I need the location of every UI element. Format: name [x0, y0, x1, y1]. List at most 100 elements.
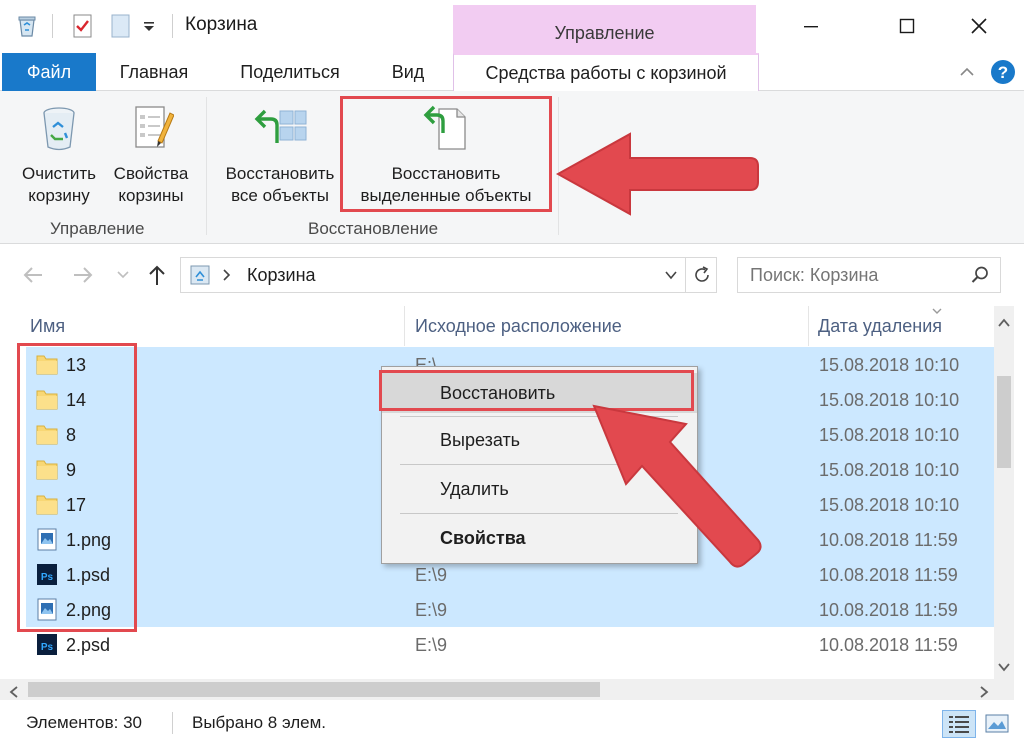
- file-date-deleted: 10.08.2018 11:59: [819, 635, 958, 655]
- file-date-deleted: 15.08.2018 10:10: [819, 390, 960, 410]
- recycle-bin-properties-label-1: Свойства: [113, 164, 189, 183]
- properties-quick-icon[interactable]: [72, 12, 94, 40]
- tab-share[interactable]: Поделиться: [224, 53, 356, 91]
- annotation-arrow-menu-icon: [592, 404, 762, 568]
- scroll-up-arrow-icon[interactable]: [998, 314, 1010, 334]
- context-menu-cut-label: Вырезать: [440, 430, 521, 450]
- help-icon[interactable]: ?: [990, 59, 1016, 85]
- restore-all-items-button[interactable]: Восстановить все объекты: [214, 103, 346, 207]
- svg-text:Ps: Ps: [41, 572, 54, 583]
- vertical-scroll-thumb[interactable]: [997, 376, 1011, 468]
- large-icons-view-icon[interactable]: [984, 712, 1010, 736]
- file-original-location: E:\9: [415, 565, 448, 585]
- restore-all-label-2: все объекты: [231, 186, 329, 205]
- restore-all-label-1: Восстановить: [225, 164, 335, 183]
- file-name: 2.png: [66, 600, 112, 620]
- forward-arrow-icon[interactable]: [70, 262, 96, 293]
- restore-selected-label-1: Восстановить: [391, 164, 501, 183]
- status-bar: Элементов: 30 Выбрано 8 элем.: [0, 700, 1024, 745]
- svg-text:?: ?: [998, 63, 1008, 82]
- context-group-header: Управление: [453, 5, 756, 53]
- context-group-label: Управление: [554, 23, 655, 43]
- restore-selected-items-button[interactable]: Восстановить выделенные объекты: [346, 103, 546, 207]
- annotation-arrow-ribbon-icon: [555, 132, 759, 216]
- up-arrow-icon[interactable]: [144, 262, 170, 293]
- group-label-restore: Восстановление: [308, 219, 439, 238]
- context-menu-delete-label: Удалить: [440, 479, 509, 499]
- ribbon-panel: Очистить корзину Свойства корзины Управл…: [0, 91, 1024, 244]
- restore-selected-icon: [423, 105, 466, 150]
- status-separator: [172, 712, 173, 734]
- qa-separator: [172, 14, 173, 38]
- file-name: 14: [66, 390, 87, 410]
- file-date-deleted: 10.08.2018 11:59: [819, 600, 958, 620]
- address-separator: [685, 258, 686, 292]
- file-name: 2.psd: [66, 635, 111, 655]
- file-date-deleted: 15.08.2018 10:10: [819, 460, 960, 480]
- file-name: 1.png: [66, 530, 112, 550]
- collapse-ribbon-chevron-icon[interactable]: [956, 61, 978, 83]
- file-original-location: E:\9: [415, 600, 448, 620]
- file-name: 13: [66, 355, 87, 375]
- recycle-bin-properties-button[interactable]: Свойства корзины: [106, 103, 196, 207]
- column-separator[interactable]: [404, 306, 405, 346]
- search-icon[interactable]: [970, 265, 990, 290]
- file-date-deleted: 10.08.2018 11:59: [819, 530, 958, 550]
- restore-selected-label-2: выделенные объекты: [360, 186, 532, 205]
- recycle-bin-address-icon: [189, 264, 211, 291]
- folder-icon: [36, 352, 58, 377]
- tab-file[interactable]: Файл: [2, 53, 96, 91]
- tab-recycle-bin-tools[interactable]: Средства работы с корзиной: [453, 53, 759, 91]
- empty-recycle-bin-icon: [43, 107, 75, 151]
- folder-icon: [36, 387, 58, 412]
- properties-pencil-icon: [135, 106, 174, 148]
- file-row[interactable]: 2.png E:\9 10.08.2018 11:59: [26, 592, 994, 627]
- file-name: 8: [66, 425, 77, 445]
- breadcrumb-recycle-bin[interactable]: Корзина: [247, 265, 316, 286]
- column-header-date-deleted[interactable]: Дата удаления: [818, 306, 942, 346]
- back-arrow-icon[interactable]: [20, 262, 46, 293]
- empty-recycle-bin-label-2: корзину: [28, 186, 90, 205]
- minimize-button[interactable]: [788, 10, 834, 42]
- horizontal-scrollbar[interactable]: [0, 679, 1014, 700]
- file-original-location: E:\9: [415, 635, 448, 655]
- image-file-icon: [36, 597, 58, 622]
- tab-home[interactable]: Главная: [104, 53, 204, 91]
- file-name: 1.psd: [66, 565, 111, 585]
- search-input[interactable]: [750, 264, 960, 286]
- column-separator[interactable]: [808, 306, 809, 346]
- address-history-chevron-icon[interactable]: [663, 267, 679, 288]
- folder-icon: [36, 422, 58, 447]
- breadcrumb-chevron-icon[interactable]: [221, 265, 233, 290]
- folder-icon: [36, 492, 58, 517]
- folder-icon: [36, 457, 58, 482]
- recycle-bin-small-icon[interactable]: [14, 12, 40, 40]
- search-box[interactable]: [737, 257, 1001, 293]
- new-document-quick-icon[interactable]: [110, 12, 132, 40]
- file-date-deleted: 10.08.2018 11:59: [819, 565, 958, 585]
- file-date-deleted: 15.08.2018 10:10: [819, 355, 960, 375]
- maximize-button[interactable]: [884, 10, 930, 42]
- vertical-scrollbar[interactable]: [994, 306, 1014, 679]
- file-date-deleted: 15.08.2018 10:10: [819, 495, 960, 515]
- details-view-icon[interactable]: [942, 710, 976, 738]
- context-menu-restore-label: Восстановить: [440, 383, 556, 403]
- file-date-deleted: 15.08.2018 10:10: [819, 425, 960, 445]
- tab-view[interactable]: Вид: [376, 53, 440, 91]
- horizontal-scroll-thumb[interactable]: [28, 682, 600, 697]
- address-bar[interactable]: Корзина: [180, 257, 717, 293]
- column-header-original-location[interactable]: Исходное расположение: [415, 306, 622, 346]
- column-header-name[interactable]: Имя: [30, 306, 65, 346]
- recent-locations-chevron-icon[interactable]: [116, 266, 130, 286]
- sort-descending-chevron-icon: [930, 302, 944, 322]
- file-row[interactable]: Ps 2.psd E:\9 10.08.2018 11:59: [26, 627, 994, 662]
- close-button[interactable]: [956, 10, 1002, 42]
- photoshop-file-icon: Ps: [36, 562, 58, 587]
- empty-recycle-bin-label-1: Очистить: [21, 164, 96, 183]
- customize-qa-chevron-icon[interactable]: [142, 12, 156, 40]
- svg-text:Ps: Ps: [41, 642, 54, 653]
- scroll-down-arrow-icon[interactable]: [998, 658, 1010, 678]
- refresh-icon[interactable]: [692, 265, 712, 290]
- file-name: 17: [66, 495, 87, 515]
- empty-recycle-bin-button[interactable]: Очистить корзину: [14, 103, 104, 207]
